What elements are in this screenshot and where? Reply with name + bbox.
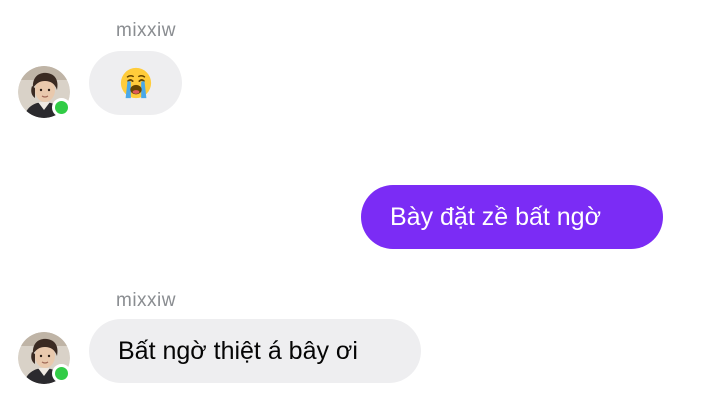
online-status-indicator [52, 364, 71, 383]
incoming-message-bubble[interactable] [89, 51, 182, 115]
online-status-indicator [52, 98, 71, 117]
message-text: Bày đặt zề bất ngờ [390, 202, 601, 231]
sender-name: mixxiw [116, 290, 176, 311]
loudly-crying-face-emoji-icon [120, 67, 151, 99]
sender-name: mixxiw [116, 20, 176, 41]
message-text: Bất ngờ thiệt á bây ơi [118, 336, 358, 365]
avatar[interactable] [18, 66, 71, 118]
outgoing-message-bubble[interactable]: Bày đặt zề bất ngờ [361, 185, 663, 249]
incoming-message-bubble[interactable]: Bất ngờ thiệt á bây ơi [89, 319, 421, 383]
avatar[interactable] [18, 332, 71, 384]
